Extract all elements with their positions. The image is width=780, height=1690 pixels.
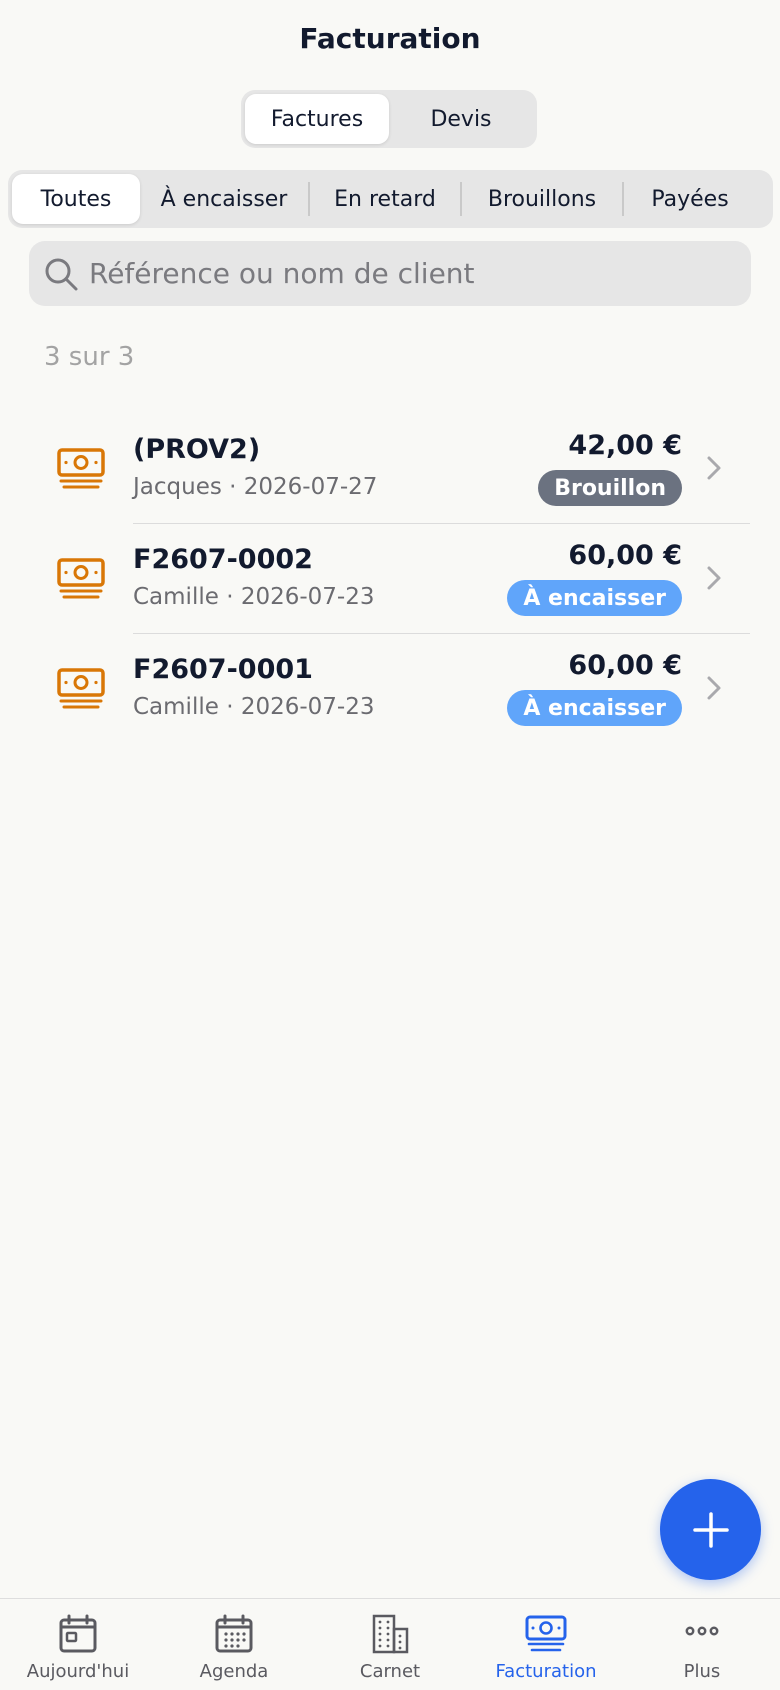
- invoice-reference: F2607-0002: [133, 544, 313, 575]
- invoice-reference: F2607-0001: [133, 654, 313, 685]
- status-badge: À encaisser: [507, 580, 682, 616]
- tab-plus[interactable]: Plus: [624, 1599, 780, 1690]
- calendar-grid-icon: [215, 1614, 253, 1653]
- building-icon: [372, 1614, 409, 1654]
- calendar-day-icon: [59, 1614, 97, 1653]
- banknote-icon: [57, 448, 105, 489]
- tab-label: Facturation: [495, 1661, 597, 1682]
- tab-label: Agenda: [199, 1661, 269, 1682]
- chevron-right-icon: [707, 566, 721, 590]
- segment-devis[interactable]: Devis: [389, 94, 533, 144]
- filter-bar: Toutes À encaisser En retard Brouillons …: [8, 170, 773, 228]
- add-invoice-button[interactable]: [660, 1479, 761, 1580]
- invoice-list: (PROV2) Jacques · 2026-07-27 42,00 € Bro…: [0, 414, 780, 744]
- banknote-icon: [57, 668, 105, 709]
- chevron-right-icon: [707, 676, 721, 700]
- tab-facturation[interactable]: Facturation: [468, 1599, 624, 1690]
- tab-agenda[interactable]: Agenda: [156, 1599, 312, 1690]
- segmented-control: Factures Devis: [241, 90, 537, 148]
- tab-carnet[interactable]: Carnet: [312, 1599, 468, 1690]
- tab-label: Plus: [683, 1661, 721, 1682]
- invoice-reference: (PROV2): [133, 434, 261, 465]
- search-input[interactable]: [89, 257, 729, 290]
- invoice-amount: 42,00 €: [568, 430, 682, 461]
- search-bar: [29, 241, 751, 306]
- search-icon: [45, 258, 78, 290]
- invoice-row[interactable]: F2607-0002 Camille · 2026-07-23 60,00 € …: [0, 524, 780, 634]
- filter-toutes[interactable]: Toutes: [12, 174, 140, 224]
- invoice-client-date: Jacques · 2026-07-27: [133, 474, 378, 500]
- page: Facturation Factures Devis Toutes À enca…: [0, 0, 780, 1690]
- invoice-client-date: Camille · 2026-07-23: [133, 694, 375, 720]
- status-badge: Brouillon: [538, 470, 682, 506]
- invoice-client-date: Camille · 2026-07-23: [133, 584, 375, 610]
- filter-payees[interactable]: Payées: [624, 174, 756, 224]
- invoice-row[interactable]: F2607-0001 Camille · 2026-07-23 60,00 € …: [0, 634, 780, 744]
- tab-aujourdhui[interactable]: Aujourd'hui: [0, 1599, 156, 1690]
- results-count: 3 sur 3: [44, 342, 135, 372]
- status-badge: À encaisser: [507, 690, 682, 726]
- filter-a-encaisser[interactable]: À encaisser: [140, 174, 308, 224]
- banknote-icon: [57, 558, 105, 599]
- filter-en-retard[interactable]: En retard: [310, 174, 460, 224]
- chevron-right-icon: [707, 456, 721, 480]
- invoice-amount: 60,00 €: [568, 650, 682, 681]
- tab-label: Aujourd'hui: [26, 1661, 130, 1682]
- bottom-tab-bar: Aujourd'hui Agenda Carnet Facturation Pl…: [0, 1598, 780, 1690]
- page-title: Facturation: [299, 22, 481, 55]
- invoice-amount: 60,00 €: [568, 540, 682, 571]
- segment-factures[interactable]: Factures: [245, 94, 389, 144]
- invoice-row[interactable]: (PROV2) Jacques · 2026-07-27 42,00 € Bro…: [0, 414, 780, 524]
- banknote-icon: [525, 1615, 567, 1652]
- more-icon: [685, 1626, 719, 1636]
- plus-icon: [692, 1511, 729, 1548]
- tab-label: Carnet: [359, 1661, 421, 1682]
- filter-brouillons[interactable]: Brouillons: [462, 174, 622, 224]
